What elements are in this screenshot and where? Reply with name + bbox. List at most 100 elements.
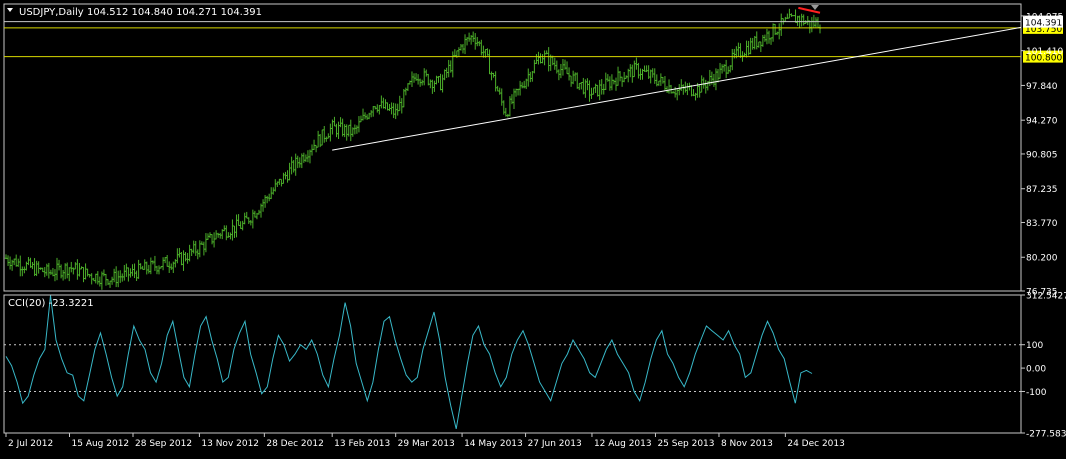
ohlc-bar: [425, 69, 428, 77]
ohlc-bar: [151, 260, 155, 265]
ohlc-bar: [121, 273, 124, 282]
ohlc-bar: [720, 64, 724, 74]
ohlc-bar: [686, 83, 689, 96]
ohlc-bar: [596, 84, 599, 97]
ohlc-bar: [780, 13, 783, 36]
ohlc-bar: [327, 133, 330, 139]
chart-window: 103.750 100.800 104.391 104.975 101.410 97.8…: [0, 0, 1066, 455]
ohlc-bar: [163, 256, 167, 264]
ohlc-bar: [6, 255, 10, 266]
ohlc-bar: [227, 232, 230, 238]
ohlc-bar: [602, 83, 605, 95]
ohlc-bar: [767, 30, 771, 44]
ohlc-bar: [329, 123, 332, 142]
ohlc-bar: [229, 232, 232, 240]
ohlc-bar: [35, 260, 38, 277]
ohlc-bar: [808, 20, 811, 34]
ohlc-bar: [541, 54, 544, 64]
ohlc-bar: [265, 195, 269, 204]
date-tick-label: 29 Mar 2013: [398, 439, 455, 449]
ohlc-bar: [39, 267, 42, 270]
ohlc-bar: [726, 66, 730, 74]
ohlc-bar: [535, 53, 538, 64]
ohlc-bar: [633, 60, 636, 78]
ohlc-bar: [745, 40, 748, 58]
ohlc-bar: [459, 44, 463, 51]
ohlc-bar: [367, 112, 371, 120]
ohlc-bar: [55, 257, 59, 281]
ohlc-bar: [610, 74, 614, 91]
ohlc-bar: [786, 13, 789, 19]
ohlc-bar: [573, 72, 577, 82]
ohlc-bar: [412, 73, 416, 83]
ohlc-bar: [806, 16, 809, 26]
ohlc-bar: [231, 219, 234, 241]
ohlc-bar: [637, 62, 640, 79]
ohlc-bar: [357, 116, 361, 133]
date-tick-label: 8 Nov 2013: [721, 439, 773, 449]
ohlc-bar: [502, 100, 505, 115]
ohlc-bar: [278, 178, 281, 185]
ohlc-bar: [310, 144, 314, 156]
ohlc-bar: [274, 179, 277, 192]
ohlc-bar: [382, 97, 385, 109]
ohlc-bar: [565, 61, 569, 75]
ohlc-bar: [435, 75, 438, 85]
ohlc-bar: [788, 8, 791, 19]
ohlc-bar: [645, 65, 648, 73]
ohlc-bar: [66, 262, 69, 279]
ohlc-bar: [365, 114, 369, 120]
ohlc-bar: [92, 277, 95, 282]
ohlc-bar: [604, 72, 607, 91]
ohlc-bar: [790, 13, 793, 17]
ohlc-bar: [792, 15, 795, 17]
ohlc-bar: [527, 68, 530, 87]
date-tick-label: 15 Aug 2012: [72, 439, 130, 449]
ohlc-bar: [184, 251, 187, 262]
ohlc-bar: [773, 23, 777, 36]
ohlc-bar: [694, 92, 697, 101]
ohlc-bar: [724, 59, 728, 79]
ohlc-bar: [578, 82, 581, 91]
ohlc-bar: [810, 17, 814, 33]
ohlc-bar: [500, 88, 503, 106]
ohlc-bar: [210, 234, 214, 245]
ohlc-bar: [21, 266, 24, 277]
ohlc-bar: [465, 37, 469, 46]
ohlc-bar: [537, 51, 540, 65]
ohlc-bar: [529, 71, 532, 83]
ohlc-bar: [488, 49, 491, 75]
ohlc-bar: [753, 35, 756, 50]
ohlc-bar: [390, 102, 393, 115]
ohlc-bar: [376, 104, 379, 113]
ohlc-bar: [170, 263, 173, 270]
ohlc-bar: [402, 88, 406, 108]
ohlc-bar: [692, 89, 695, 97]
red-trendline: [798, 6, 821, 14]
ohlc-bar: [341, 118, 344, 137]
ohlc-bar: [620, 76, 624, 87]
ohlc-bar: [174, 259, 177, 268]
ohlc-bar: [765, 28, 769, 45]
ohlc-bar: [117, 270, 120, 288]
ohlc-bar: [743, 52, 746, 57]
cci-series: [4, 295, 1021, 430]
ohlc-bar: [267, 193, 271, 202]
cci-tick-label: 100: [1026, 341, 1043, 351]
ohlc-bar: [245, 211, 248, 219]
ohlc-bar: [777, 23, 781, 40]
ohlc-bar: [598, 79, 601, 101]
ohlc-bar: [445, 67, 448, 78]
ohlc-bar: [141, 265, 144, 270]
ohlc-bar: [576, 72, 579, 89]
ohlc-bar: [202, 241, 206, 256]
price-tick-label: 90.805: [1026, 150, 1058, 160]
ohlc-bar: [33, 258, 36, 277]
ohlc-bar: [333, 116, 336, 127]
ohlc-bar: [372, 105, 375, 117]
ohlc-bar: [423, 68, 426, 86]
ohlc-bar: [221, 229, 224, 240]
ohlc-bar: [337, 121, 340, 139]
cci-panel-frame: [3, 294, 1022, 434]
ohlc-bar: [437, 76, 440, 83]
